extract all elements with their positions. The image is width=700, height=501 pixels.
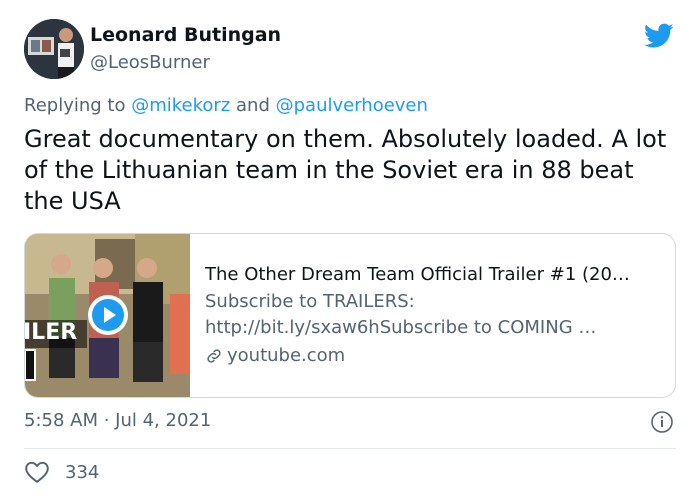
twitter-bird-icon[interactable] [644, 23, 674, 49]
thumbnail-overlay-text: ILER [25, 320, 78, 345]
like-count: 334 [65, 461, 100, 483]
divider [24, 448, 676, 449]
replying-to-joiner: and [236, 95, 270, 116]
heart-icon[interactable] [24, 460, 50, 484]
card-domain-text: youtube.com [227, 345, 346, 366]
replying-to-label: Replying to [24, 95, 126, 116]
card-domain[interactable]: youtube.com [205, 343, 665, 369]
card-title[interactable]: The Other Dream Team Official Trailer #1… [205, 262, 665, 288]
card-description: Subscribe to TRAILERS: http://bit.ly/sxa… [205, 289, 665, 341]
author-handle[interactable]: @LeosBurner [90, 51, 281, 75]
info-icon[interactable] [650, 410, 674, 434]
user-avatar[interactable] [24, 19, 84, 79]
link-icon [207, 349, 221, 363]
play-icon[interactable] [87, 294, 129, 336]
card-description-line: Subscribe to TRAILERS: [205, 291, 415, 312]
tweet-timestamp[interactable]: 5:58 AM · Jul 4, 2021 [24, 410, 211, 431]
like-action[interactable]: 334 [24, 460, 99, 484]
tweet-text: Great documentary on them. Absolutely lo… [24, 125, 667, 215]
card-description-line: http://bit.ly/sxaw6hSubscribe to COMING … [205, 317, 597, 338]
video-thumbnail[interactable]: ILER [25, 234, 190, 397]
link-card[interactable]: ILER The Other Dream Team Official Trail… [24, 233, 676, 398]
mention-link[interactable]: @paulverhoeven [276, 95, 428, 116]
author-display-name[interactable]: Leonard Butingan [90, 23, 281, 47]
replying-to: Replying to @mikekorz and @paulverhoeven [24, 95, 428, 116]
tweet-header: Leonard Butingan @LeosBurner [24, 19, 676, 81]
mention-link[interactable]: @mikekorz [131, 95, 230, 116]
